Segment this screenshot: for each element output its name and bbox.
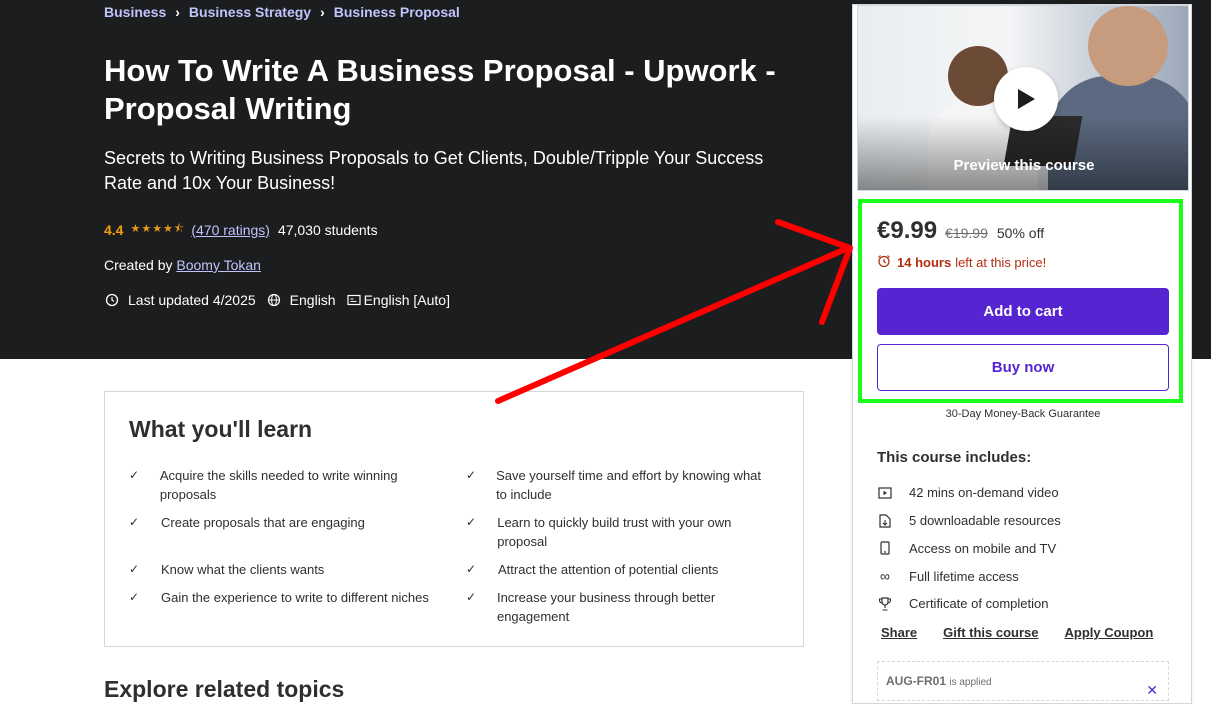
learn-item-text: Increase your business through better en… <box>496 590 716 624</box>
rating-row: 4.4 ★★★★⯪ (470 ratings) 47,030 students <box>104 220 378 239</box>
card-links: Share Gift this course Apply Coupon <box>881 625 1179 640</box>
includes-item-label: 5 downloadable resources <box>909 513 1061 529</box>
check-icon: ✓ <box>129 590 140 604</box>
video-icon <box>877 485 893 501</box>
learn-item: ✓ Save yourself time and effort by knowin… <box>466 466 766 504</box>
trophy-icon <box>877 596 893 612</box>
includes-item-label: 42 mins on-demand video <box>909 485 1059 501</box>
check-icon: ✓ <box>466 468 477 482</box>
includes-item: ∞ Full lifetime access <box>877 562 1061 590</box>
preview-course-label[interactable]: Preview this course <box>858 157 1188 174</box>
check-icon: ✓ <box>129 515 140 529</box>
check-icon: ✓ <box>466 562 477 576</box>
closed-captions-icon <box>346 292 362 308</box>
breadcrumb-business[interactable]: Business <box>104 4 166 20</box>
includes-title: This course includes: <box>877 449 1032 466</box>
learn-item-text: Know what the clients wants <box>161 562 325 577</box>
learn-item-text: Attract the attention of potential clien… <box>498 562 719 577</box>
check-icon: ✓ <box>466 515 477 529</box>
money-back-guarantee: 30-Day Money-Back Guarantee <box>945 408 1101 420</box>
coupon-status: is applied <box>949 677 992 688</box>
course-preview-video[interactable]: Preview this course <box>857 5 1189 191</box>
course-title: How To Write A Business Proposal - Upwor… <box>104 53 776 126</box>
learn-item: ✓ Acquire the skills needed to write winn… <box>129 466 429 504</box>
includes-list: 42 mins on-demand video 5 downloadable r… <box>877 479 1061 618</box>
includes-item: Certificate of completion <box>877 590 1061 618</box>
preview-image-figure <box>1088 6 1168 86</box>
course-subtitle: Secrets to Writing Business Proposals to… <box>104 148 764 193</box>
created-by-label: Created by <box>104 257 173 273</box>
learn-item-text: Learn to quickly build trust with your o… <box>497 515 732 549</box>
students-count: 47,030 students <box>277 221 378 238</box>
gift-course-link[interactable]: Gift this course <box>943 625 1038 640</box>
learn-item-text: Save yourself time and effort by knowing… <box>496 468 762 502</box>
learn-item: ✓ Create proposals that are engaging <box>129 513 429 532</box>
learn-item: ✓ Know what the clients wants <box>129 560 429 579</box>
includes-item-label: Full lifetime access <box>909 568 1019 584</box>
rating-value: 4.4 <box>104 221 124 238</box>
check-icon: ✓ <box>129 562 140 576</box>
learn-item: ✓ Attract the attention of potential clie… <box>466 560 766 579</box>
learn-item-text: Acquire the skills needed to write winni… <box>159 468 398 502</box>
mobile-icon <box>877 540 893 556</box>
learn-item: ✓ Learn to quickly build trust with your … <box>466 513 766 551</box>
learn-title: What you'll learn <box>129 416 313 442</box>
coupon-code: AUG-FR01 <box>886 674 947 688</box>
learn-item: ✓ Increase your business through better e… <box>466 588 766 626</box>
annotation-highlight-box <box>858 199 1183 403</box>
includes-item: 5 downloadable resources <box>877 507 1061 535</box>
play-icon[interactable] <box>994 67 1058 131</box>
coupon-code-text: AUG-FR01 is applied <box>886 674 992 688</box>
check-icon: ✓ <box>129 468 140 482</box>
breadcrumb-business-strategy[interactable]: Business Strategy <box>189 4 311 20</box>
chevron-right-icon: › <box>175 4 180 20</box>
learn-item-text: Create proposals that are engaging <box>161 515 365 530</box>
course-meta: Last updated 4/2025 English English [Aut… <box>104 292 460 308</box>
breadcrumb-business-proposal[interactable]: Business Proposal <box>334 4 460 20</box>
includes-item: 42 mins on-demand video <box>877 479 1061 507</box>
alert-clock-icon <box>104 292 120 308</box>
learn-item-text: Gain the experience to write to differen… <box>161 590 429 605</box>
author-link[interactable]: Boomy Tokan <box>176 257 261 273</box>
includes-item-label: Access on mobile and TV <box>909 540 1057 556</box>
share-link[interactable]: Share <box>881 625 917 640</box>
star-rating-icon: ★★★★⯪ <box>130 223 186 235</box>
check-icon: ✓ <box>466 590 477 604</box>
chevron-right-icon: › <box>320 4 325 20</box>
apply-coupon-link[interactable]: Apply Coupon <box>1065 625 1154 640</box>
breadcrumb: Business › Business Strategy › Business … <box>104 4 460 20</box>
applied-coupon: AUG-FR01 is applied ✕ <box>877 661 1169 701</box>
remove-coupon-close-icon[interactable]: ✕ <box>1146 682 1158 699</box>
created-by: Created by Boomy Tokan <box>104 257 261 273</box>
featured-section-title: Explore related topics <box>104 676 345 702</box>
ratings-count-link[interactable]: (470 ratings) <box>191 222 270 238</box>
course-captions: English [Auto] <box>363 292 450 308</box>
globe-icon <box>266 292 282 308</box>
last-updated: Last updated 4/2025 <box>128 292 256 308</box>
learn-item: ✓ Gain the experience to write to differe… <box>129 588 429 607</box>
includes-item-label: Certificate of completion <box>909 596 1049 612</box>
course-language: English <box>289 292 336 308</box>
what-youll-learn-box: What you'll learn ✓ Acquire the skills ne… <box>104 391 804 647</box>
infinity-icon: ∞ <box>880 568 890 585</box>
includes-item: Access on mobile and TV <box>877 535 1061 563</box>
file-download-icon <box>877 513 893 529</box>
